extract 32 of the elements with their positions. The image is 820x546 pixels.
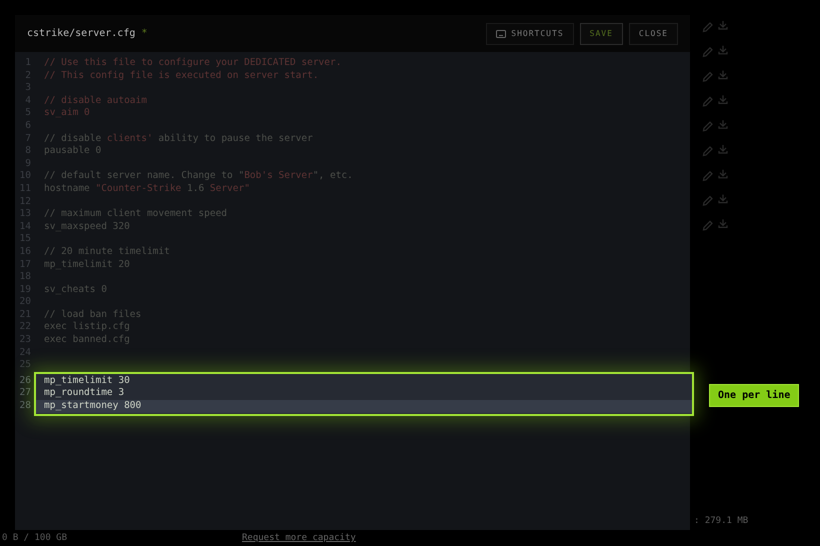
- code-line: // Use this file to configure your DEDICATED server.: [44, 57, 342, 70]
- code-line: exec banned.cfg: [44, 334, 130, 347]
- request-capacity-link[interactable]: Request more capacity: [242, 532, 356, 546]
- close-button[interactable]: CLOSE: [628, 22, 678, 44]
- code-line: // load ban files: [44, 308, 142, 322]
- code-line: // disable clients' ability to pause the server: [44, 132, 313, 146]
- line-number: 28: [18, 400, 31, 413]
- code-line: exec listip.cfg: [44, 321, 130, 334]
- modified-mark: *: [141, 27, 148, 41]
- storage-usage-text: 0 B / 100 GB: [2, 532, 68, 545]
- line-number: 26: [18, 374, 31, 388]
- code-line: // This config file is executed on server start.: [44, 70, 319, 82]
- code-line: // default server name. Change to "Bob's Server", etc.: [44, 170, 353, 183]
- file-path-title: cstrike/server.cfg: [27, 27, 136, 41]
- code-line: pausable 0: [44, 145, 102, 158]
- code-line: sv_cheats 0: [44, 284, 107, 296]
- save-button[interactable]: SAVE: [580, 22, 623, 44]
- code-line: mp_roundtime 3: [44, 387, 124, 400]
- line-number: 27: [18, 387, 31, 400]
- code-line: mp_startmoney 800: [44, 400, 142, 413]
- code-line: // maximum client movement speed: [44, 208, 228, 221]
- code-line: mp_timelimit 30: [44, 374, 130, 388]
- code-line: hostname "Counter-Strike 1.6 Server": [44, 182, 250, 196]
- size-reading-text: : 279.1 MB: [694, 515, 748, 528]
- code-line: sv_maxspeed 320: [44, 220, 130, 234]
- code-line: // disable autoaim: [44, 94, 147, 108]
- shortcuts-button[interactable]: SHORTCUTS: [486, 22, 574, 44]
- code-line: // 20 minute timelimit: [44, 246, 170, 258]
- callout-label: One per line: [709, 384, 800, 407]
- code-line: sv_aim 0: [44, 107, 90, 120]
- keyboard-icon: [496, 30, 506, 38]
- code-line: mp_timelimit 20: [44, 258, 130, 272]
